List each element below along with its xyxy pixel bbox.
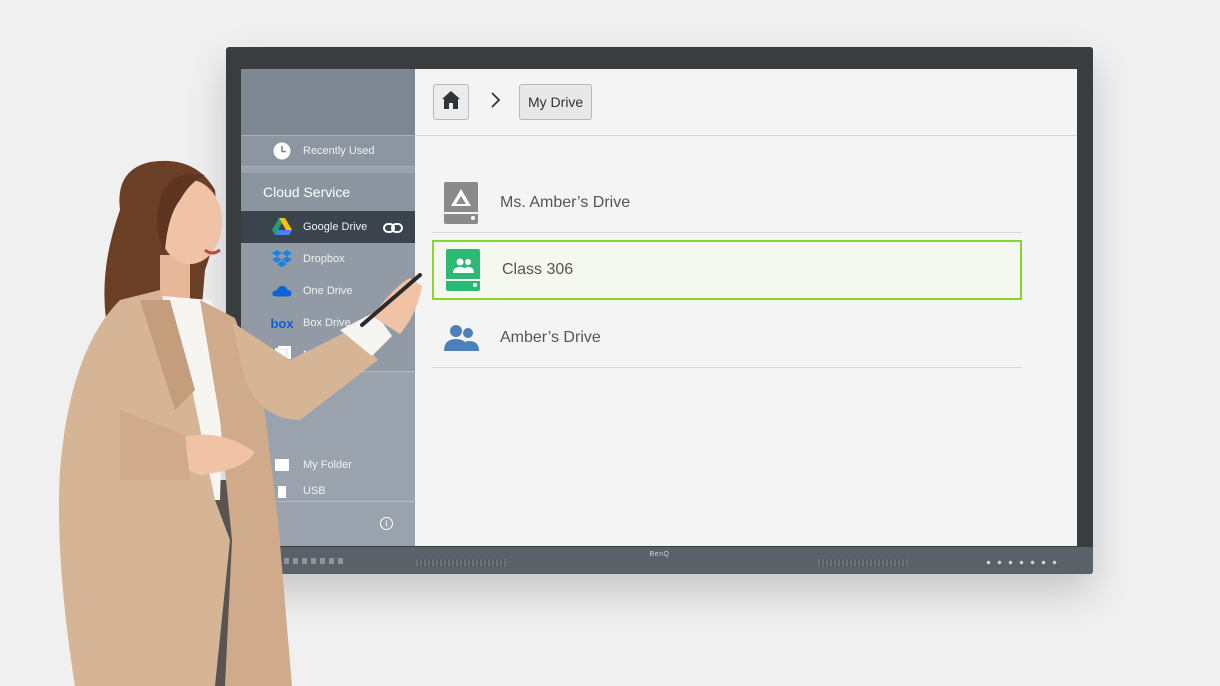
sidebar-item-label: My Folder xyxy=(303,459,352,471)
usb-icon xyxy=(272,484,292,498)
home-icon xyxy=(441,90,461,115)
cloud-service-header: Cloud Service xyxy=(241,173,415,211)
sidebar-item-dropbox[interactable]: Dropbox xyxy=(241,243,415,275)
sidebar-item-label: Recently Used xyxy=(303,145,375,157)
sidebar-item-network[interactable]: Network F xyxy=(241,339,415,371)
clock-icon xyxy=(272,142,292,160)
sidebar-item-my-folder[interactable]: My Folder xyxy=(241,449,415,481)
sidebar-item-onedrive[interactable]: One Drive xyxy=(241,275,415,307)
shared-drive-icon xyxy=(442,181,480,224)
sidebar-item-label: Dropbox xyxy=(303,253,345,265)
drive-label: Amber’s Drive xyxy=(500,328,601,346)
section-title: Cloud Service xyxy=(263,184,351,200)
classroom-drive-icon xyxy=(444,249,482,291)
onedrive-icon xyxy=(272,284,292,298)
sidebar: Recently Used Cloud Service Google Drive… xyxy=(241,69,415,546)
box-icon: box xyxy=(270,315,294,331)
breadcrumb: My Drive xyxy=(415,69,1077,136)
breadcrumb-my-drive[interactable]: My Drive xyxy=(519,84,593,120)
main-panel: My Drive Ms. Amber’s Drive Class 306 Amb… xyxy=(415,69,1077,546)
box-logo-text: box xyxy=(270,315,294,331)
sidebar-item-label: Network F xyxy=(303,349,354,361)
sidebar-item-usb[interactable]: USB xyxy=(241,481,415,501)
speaker-grille xyxy=(818,559,908,567)
drive-label: Ms. Amber’s Drive xyxy=(500,193,631,211)
sidebar-item-box-drive[interactable]: box Box Drive xyxy=(241,307,415,339)
speaker-grille xyxy=(416,559,506,567)
folder-icon xyxy=(272,458,292,472)
divider xyxy=(241,501,415,502)
control-buttons xyxy=(983,560,1061,565)
chevron-right-icon xyxy=(489,92,501,113)
drive-item-ambers-drive[interactable]: Amber’s Drive xyxy=(432,308,1022,368)
drive-label: Class 306 xyxy=(502,261,574,278)
ports xyxy=(284,558,344,564)
sidebar-item-label: Box Drive xyxy=(303,317,351,329)
network-icon xyxy=(272,346,292,364)
brand-logo: BenQ xyxy=(649,551,670,558)
drive-item-ms-ambers-drive[interactable]: Ms. Amber’s Drive xyxy=(432,173,1022,233)
divider xyxy=(241,371,415,372)
bezel: BenQ xyxy=(226,547,1093,574)
info-icon[interactable]: i xyxy=(380,517,393,530)
sidebar-item-label: One Drive xyxy=(303,285,353,297)
sidebar-item-label: USB xyxy=(303,485,326,497)
screen: Recently Used Cloud Service Google Drive… xyxy=(241,69,1077,546)
sidebar-item-google-drive[interactable]: Google Drive xyxy=(241,211,415,243)
sidebar-item-recently-used[interactable]: Recently Used xyxy=(241,135,415,167)
sidebar-header xyxy=(241,69,415,135)
sidebar-item-label: Google Drive xyxy=(303,221,368,233)
google-drive-icon xyxy=(272,218,292,236)
people-icon xyxy=(442,324,480,352)
dropbox-icon xyxy=(272,250,292,268)
interactive-display: Recently Used Cloud Service Google Drive… xyxy=(226,47,1093,574)
link-icon[interactable] xyxy=(383,221,403,239)
home-button[interactable] xyxy=(433,84,469,120)
drive-item-class-306[interactable]: Class 306 xyxy=(432,240,1022,300)
